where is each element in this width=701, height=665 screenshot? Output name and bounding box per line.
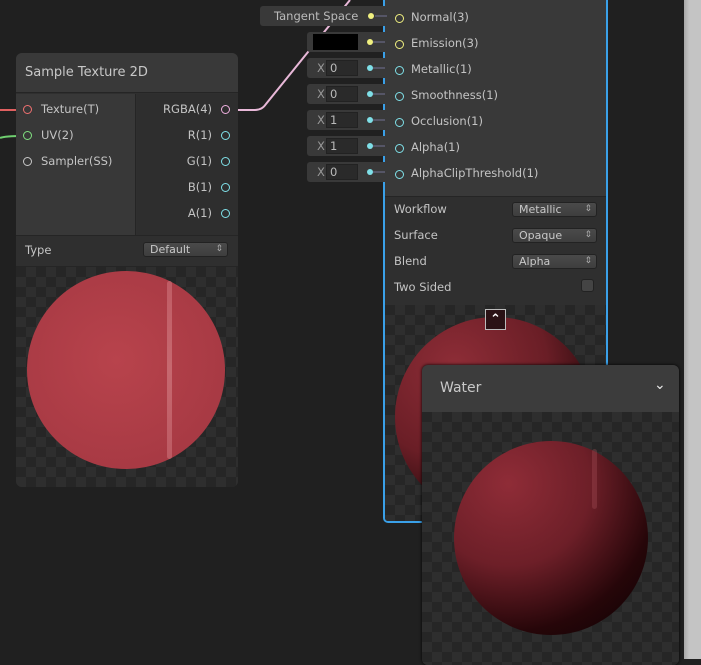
setting-label: Workflow bbox=[394, 202, 447, 216]
master-input-port[interactable] bbox=[395, 66, 404, 75]
master-input-label: Smoothness(1) bbox=[411, 88, 499, 102]
port-connector bbox=[373, 41, 385, 43]
node-title: Sample Texture 2D bbox=[25, 65, 148, 80]
chevron-up-icon: ⌃ bbox=[490, 312, 501, 327]
preview-header[interactable]: Water ⌄ bbox=[422, 365, 679, 412]
value-input[interactable]: 0 bbox=[326, 60, 358, 76]
master-input-label: Normal(3) bbox=[411, 10, 469, 24]
two-sided-checkbox[interactable] bbox=[581, 279, 594, 292]
setting-label: Blend bbox=[394, 254, 427, 268]
setting-dropdown[interactable]: Opaque bbox=[512, 228, 597, 243]
master-input-label: Occlusion(1) bbox=[411, 114, 483, 128]
setting-label: Surface bbox=[394, 228, 438, 242]
input-port[interactable] bbox=[23, 105, 32, 114]
master-input-port[interactable] bbox=[395, 144, 404, 153]
type-dropdown[interactable]: Default bbox=[143, 242, 228, 257]
output-port[interactable] bbox=[221, 131, 230, 140]
node-preview bbox=[16, 267, 238, 487]
port-connector bbox=[373, 145, 385, 147]
setting-dropdown[interactable]: Metallic bbox=[512, 202, 597, 217]
port-connector bbox=[375, 15, 387, 17]
output-port-label: RGBA(4) bbox=[163, 102, 212, 116]
port-connector bbox=[373, 119, 385, 121]
input-port-label: Sampler(SS) bbox=[41, 154, 113, 168]
output-port[interactable] bbox=[221, 157, 230, 166]
master-input-port[interactable] bbox=[395, 14, 404, 23]
main-preview-window[interactable]: Water ⌄ bbox=[422, 365, 679, 665]
master-input-label: Metallic(1) bbox=[411, 62, 472, 76]
preview-viewport[interactable] bbox=[422, 412, 679, 665]
output-port[interactable] bbox=[221, 209, 230, 218]
preview-sphere bbox=[27, 271, 225, 469]
port-connector bbox=[373, 171, 385, 173]
two-sided-label: Two Sided bbox=[394, 280, 452, 294]
value-input[interactable]: 1 bbox=[326, 112, 358, 128]
chevron-down-icon[interactable]: ⌄ bbox=[654, 377, 666, 393]
color-swatch[interactable] bbox=[313, 34, 358, 50]
output-port-label: A(1) bbox=[187, 206, 212, 220]
master-input-port[interactable] bbox=[395, 170, 404, 179]
port-connector bbox=[373, 93, 385, 95]
master-input-label: Alpha(1) bbox=[411, 140, 460, 154]
master-input-label: Emission(3) bbox=[411, 36, 479, 50]
value-input[interactable]: 1 bbox=[326, 138, 358, 154]
input-port[interactable] bbox=[23, 157, 32, 166]
output-port[interactable] bbox=[221, 183, 230, 192]
output-port-label: R(1) bbox=[187, 128, 212, 142]
collapse-preview-button[interactable]: ⌃ bbox=[485, 309, 506, 330]
window-edge bbox=[684, 0, 701, 659]
setting-dropdown[interactable]: Alpha bbox=[512, 254, 597, 269]
type-label: Type bbox=[25, 243, 52, 257]
preview-title: Water bbox=[440, 380, 482, 396]
value-input[interactable]: 0 bbox=[326, 164, 358, 180]
sample-texture-2d-node[interactable]: Sample Texture 2D Texture(T) UV(2) Sampler… bbox=[16, 53, 238, 487]
input-port[interactable] bbox=[23, 131, 32, 140]
master-input-label: AlphaClipThreshold(1) bbox=[411, 166, 539, 180]
node-header[interactable]: Sample Texture 2D bbox=[16, 53, 238, 93]
output-port-label: G(1) bbox=[186, 154, 212, 168]
preview-sphere bbox=[454, 441, 648, 635]
input-port-label: UV(2) bbox=[41, 128, 74, 142]
master-input-port[interactable] bbox=[395, 92, 404, 101]
master-input-port[interactable] bbox=[395, 118, 404, 127]
normal-space-field[interactable]: Tangent Space bbox=[260, 6, 388, 26]
port-connector bbox=[373, 67, 385, 69]
input-port-label: Texture(T) bbox=[41, 102, 100, 116]
output-port[interactable] bbox=[221, 105, 230, 114]
master-input-port[interactable] bbox=[395, 40, 404, 49]
value-input[interactable]: 0 bbox=[326, 86, 358, 102]
output-port-label: B(1) bbox=[187, 180, 212, 194]
